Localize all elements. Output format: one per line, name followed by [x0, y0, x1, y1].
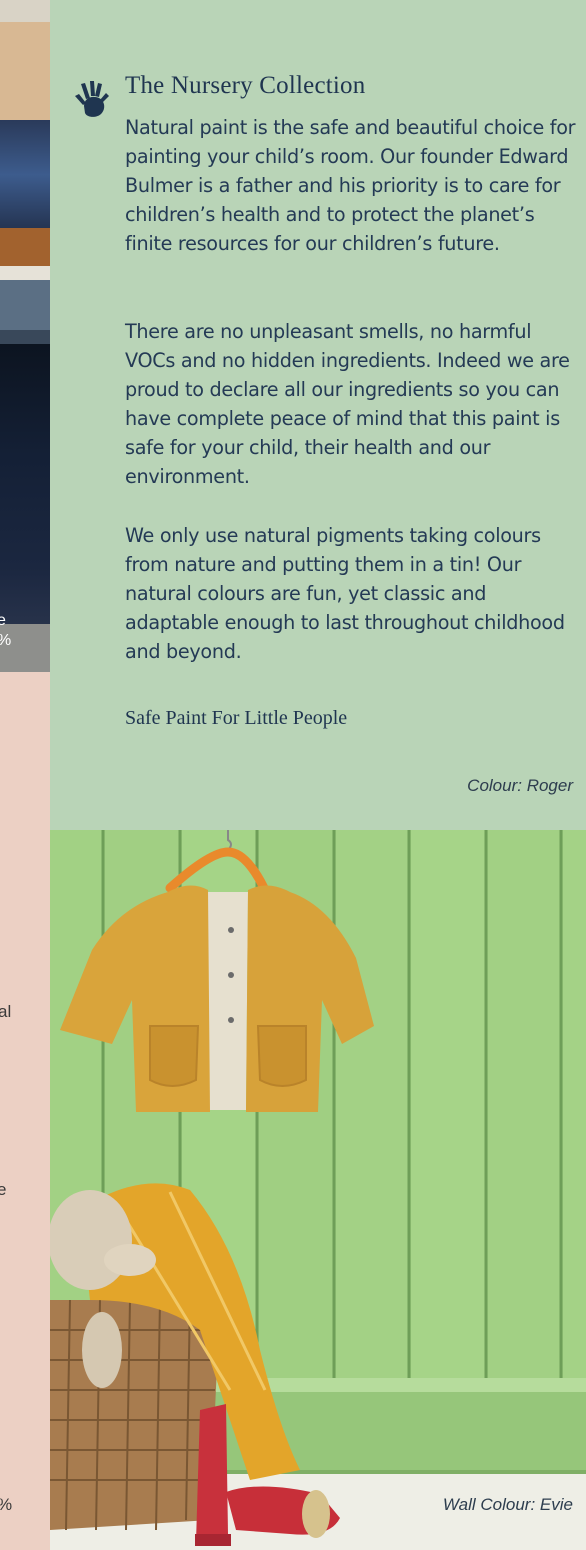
body-paragraph: We only use natural pigments taking colo… — [125, 524, 565, 663]
tagline: Safe Paint For Little People — [125, 707, 348, 729]
body-paragraph: Natural paint is the safe and beautiful … — [125, 116, 576, 255]
nursery-photo: Wall Colour: Evie — [50, 830, 586, 1550]
hand-print-icon — [75, 81, 109, 117]
neighbouring-page-strip: e % al e % — [0, 0, 50, 1550]
neighbouring-page-photo: e % — [0, 0, 50, 672]
strip-text-fragment: e — [0, 1180, 7, 1199]
nursery-collection-panel: The Nursery Collection Natural paint is … — [50, 0, 586, 830]
collection-title: The Nursery Collection — [125, 72, 366, 99]
colour-caption: Colour: Roger — [467, 776, 573, 795]
strip-text-fragment: % — [0, 1495, 12, 1515]
body-paragraph: There are no unpleasant smells, no harmf… — [125, 320, 570, 488]
strip-text-fragment: % — [0, 632, 11, 650]
wall-colour-caption: Wall Colour: Evie — [442, 1495, 573, 1514]
strip-text-fragment: al — [0, 1002, 12, 1021]
strip-text-fragment: e — [0, 612, 6, 629]
